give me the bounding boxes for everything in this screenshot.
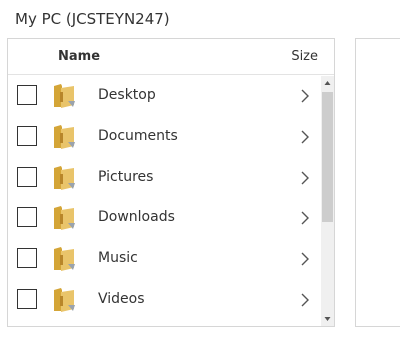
page-title: My PC (JCSTEYN247)	[15, 10, 170, 28]
folder-icon	[54, 125, 75, 149]
folder-label: Pictures	[98, 169, 154, 185]
folder-label: Documents	[98, 128, 178, 144]
folder-icon	[54, 247, 75, 271]
chevron-right-icon[interactable]	[298, 292, 312, 308]
list-header: Name Size	[8, 39, 334, 75]
column-header-size[interactable]: Size	[291, 49, 318, 64]
chevron-right-icon[interactable]	[298, 210, 312, 226]
row-checkbox[interactable]	[17, 85, 37, 105]
vertical-scrollbar[interactable]	[321, 76, 334, 326]
folder-row-videos[interactable]: Videos	[8, 280, 320, 320]
folder-icon	[54, 206, 75, 230]
scrollbar-thumb[interactable]	[322, 92, 333, 222]
folder-label: Downloads	[98, 209, 175, 225]
folder-label: Desktop	[98, 87, 156, 103]
folder-label: Videos	[98, 291, 145, 307]
file-list-panel: Name Size Desktop Documents Pictures Dow…	[7, 38, 335, 327]
chevron-right-icon[interactable]	[298, 251, 312, 267]
folder-icon	[54, 84, 75, 108]
row-checkbox[interactable]	[17, 248, 37, 268]
chevron-right-icon[interactable]	[298, 129, 312, 145]
details-panel	[355, 38, 400, 327]
folder-row-desktop[interactable]: Desktop	[8, 76, 320, 116]
scroll-down-arrow-icon[interactable]	[321, 312, 334, 326]
chevron-right-icon[interactable]	[298, 170, 312, 186]
folder-icon	[54, 288, 75, 312]
folder-row-documents[interactable]: Documents	[8, 117, 320, 157]
folder-row-music[interactable]: Music	[8, 239, 320, 279]
folder-row-downloads[interactable]: Downloads	[8, 198, 320, 238]
folder-row-pictures[interactable]: Pictures	[8, 158, 320, 198]
row-checkbox[interactable]	[17, 289, 37, 309]
row-checkbox[interactable]	[17, 207, 37, 227]
scroll-up-arrow-icon[interactable]	[321, 76, 334, 90]
column-header-name[interactable]: Name	[58, 49, 100, 64]
folder-icon	[54, 166, 75, 190]
row-checkbox[interactable]	[17, 167, 37, 187]
row-checkbox[interactable]	[17, 126, 37, 146]
file-browser-page: My PC (JCSTEYN247) Name Size Desktop Doc…	[0, 0, 400, 361]
folder-label: Music	[98, 250, 138, 266]
chevron-right-icon[interactable]	[298, 88, 312, 104]
